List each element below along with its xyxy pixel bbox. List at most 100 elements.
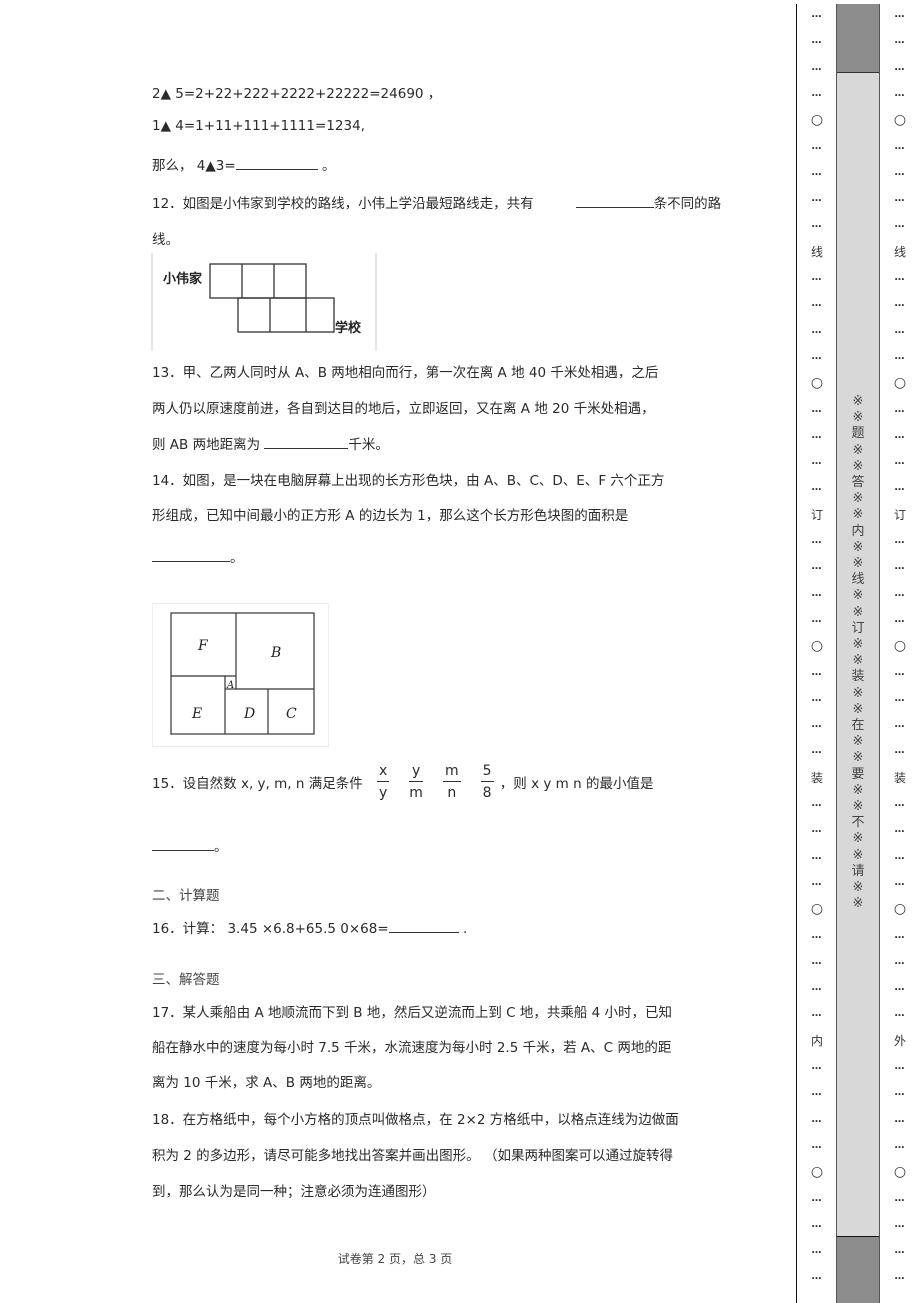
q11-line3-suffix: 。 [317,158,336,174]
q15-middle: ，则 x y m n 的最小值是 [499,776,654,792]
circle-marker: ○ [810,375,824,392]
q13-line3: 则 AB 两地距离为 千米。 [152,433,389,453]
dots-marker: … [894,482,906,494]
warning-char: 在 [851,718,865,734]
q12-line2: 线。 [152,232,179,248]
dots-marker: … [894,876,906,888]
warning-char: ※ [852,685,864,701]
q11-line2: 1▲ 4=1+11+111+1111=1234, [152,118,365,134]
warning-char: ※ [852,734,864,750]
warning-char: ※ [852,604,864,620]
answer-blank [235,155,318,170]
warning-char: ※ [852,539,864,555]
warning-char: 订 [851,620,865,636]
dots-marker: … [894,587,906,599]
q15-line2-suffix: 。 [214,839,228,855]
q17-line2: 船在静水中的速度为每小时 7.5 千米，水流速度为每小时 2.5 千米，若 A、… [152,1040,672,1056]
dots-marker: … [811,929,823,941]
circle-marker: ○ [810,112,824,129]
binding-column-inner: … … … … ○ … … … … 线 … … … … ○ … … … … 订 … … … … ○ … … … … 装 … … … … ○ … … … … 内… [797,0,837,1303]
answer-blank [264,434,349,449]
dots-marker: … [894,9,906,20]
dots-marker: … [894,1245,906,1257]
dots-marker: … [811,587,823,599]
dots-marker: … [894,1008,906,1020]
dots-marker: … [811,955,823,967]
warning-char: 不 [851,815,865,831]
q16-suffix: . [458,921,468,937]
dots-marker: … [894,193,906,205]
dots-marker: … [811,87,823,99]
dots-marker: … [894,324,906,336]
binding-label: 订 [893,507,906,522]
dots-marker: … [894,719,906,731]
dots-marker: … [811,1245,823,1257]
dots-marker: … [894,666,906,678]
warning-char: ※ [852,847,864,863]
warning-char: ※ [852,410,864,426]
dots-marker: … [894,1139,906,1151]
dots-marker: … [894,692,906,704]
binding-column-outer: … … … … ○ … … … … 线 … … … … ○ … … … … 订 … … … … ○ … … … … 装 … … … … ○ … … … … 外… [880,0,920,1303]
dots-marker: … [894,561,906,573]
answer-blank [152,836,214,851]
dots-marker: … [894,403,906,415]
dots-marker: … [894,929,906,941]
warning-char: ※ [852,491,864,507]
square-label-b: B [270,645,281,661]
dots-marker: … [894,824,906,836]
q15-line2: 。 [152,835,228,855]
q15-prefix: 15．设自然数 x, y, m, n 满足条件 [152,776,363,792]
binding-label: 外 [893,1033,906,1048]
dots-marker: … [894,798,906,809]
dots-marker: … [811,613,823,625]
dots-marker: … [894,1271,906,1283]
warning-char: ※ [852,750,864,766]
dots-marker: … [894,429,906,441]
dots-marker: … [894,1087,906,1099]
dots-marker: … [894,456,906,468]
dots-marker: … [894,219,906,231]
square-label-f: F [197,638,209,654]
fraction-y-m: ym [409,763,423,801]
q12-line1: 12．如图是小伟家到学校的路线，小伟上学沿最短路线走，共有 条不同的路 [152,192,721,212]
square-label-e: E [191,706,202,722]
warning-char: ※ [852,831,864,847]
warning-char: 内 [851,523,865,539]
warning-char: 答 [851,475,865,491]
q17-line3: 离为 10 千米，求 A、B 两地的距离。 [152,1075,381,1091]
warning-char: 题 [851,426,865,442]
q13-line1: 13．甲、乙两人同时从 A、B 两地相向而行，第一次在离 A 地 40 千米处相… [152,365,659,381]
q14-line1: 14．如图，是一块在电脑屏幕上出现的长方形色块，由 A、B、C、D、E、F 六个… [152,473,665,489]
warning-char: 装 [851,669,865,685]
answer-blank [388,918,459,933]
binding-label: 线 [810,244,823,259]
dots-marker: … [811,140,823,152]
dots-marker: … [811,193,823,205]
fraction-5-8: 58 [480,763,494,801]
square-label-a: A [226,680,234,691]
dots-marker: … [811,666,823,678]
dots-marker: … [811,482,823,494]
route-figure: 小伟家 学校 [151,253,379,351]
warning-char: ※ [852,458,864,474]
warning-char: ※ [852,653,864,669]
dots-marker: … [894,298,906,310]
dots-marker: … [894,982,906,994]
dots-marker: … [811,324,823,336]
dots-marker: … [811,1192,823,1204]
dots-marker: … [894,140,906,152]
dots-marker: … [811,456,823,468]
dots-marker: … [811,1271,823,1283]
dots-marker: … [811,219,823,231]
dots-marker: … [811,1139,823,1151]
fraction-m-n: mn [442,763,461,801]
square-label-d: D [243,706,255,722]
dots-marker: … [811,850,823,862]
circle-marker: ○ [893,1164,907,1181]
warning-char: ※ [852,556,864,572]
q14-line3-suffix: 。 [230,550,244,566]
section-calculation-title: 二、计算题 [152,888,220,904]
warning-char: ※ [852,588,864,604]
band-dark-top [837,4,879,73]
